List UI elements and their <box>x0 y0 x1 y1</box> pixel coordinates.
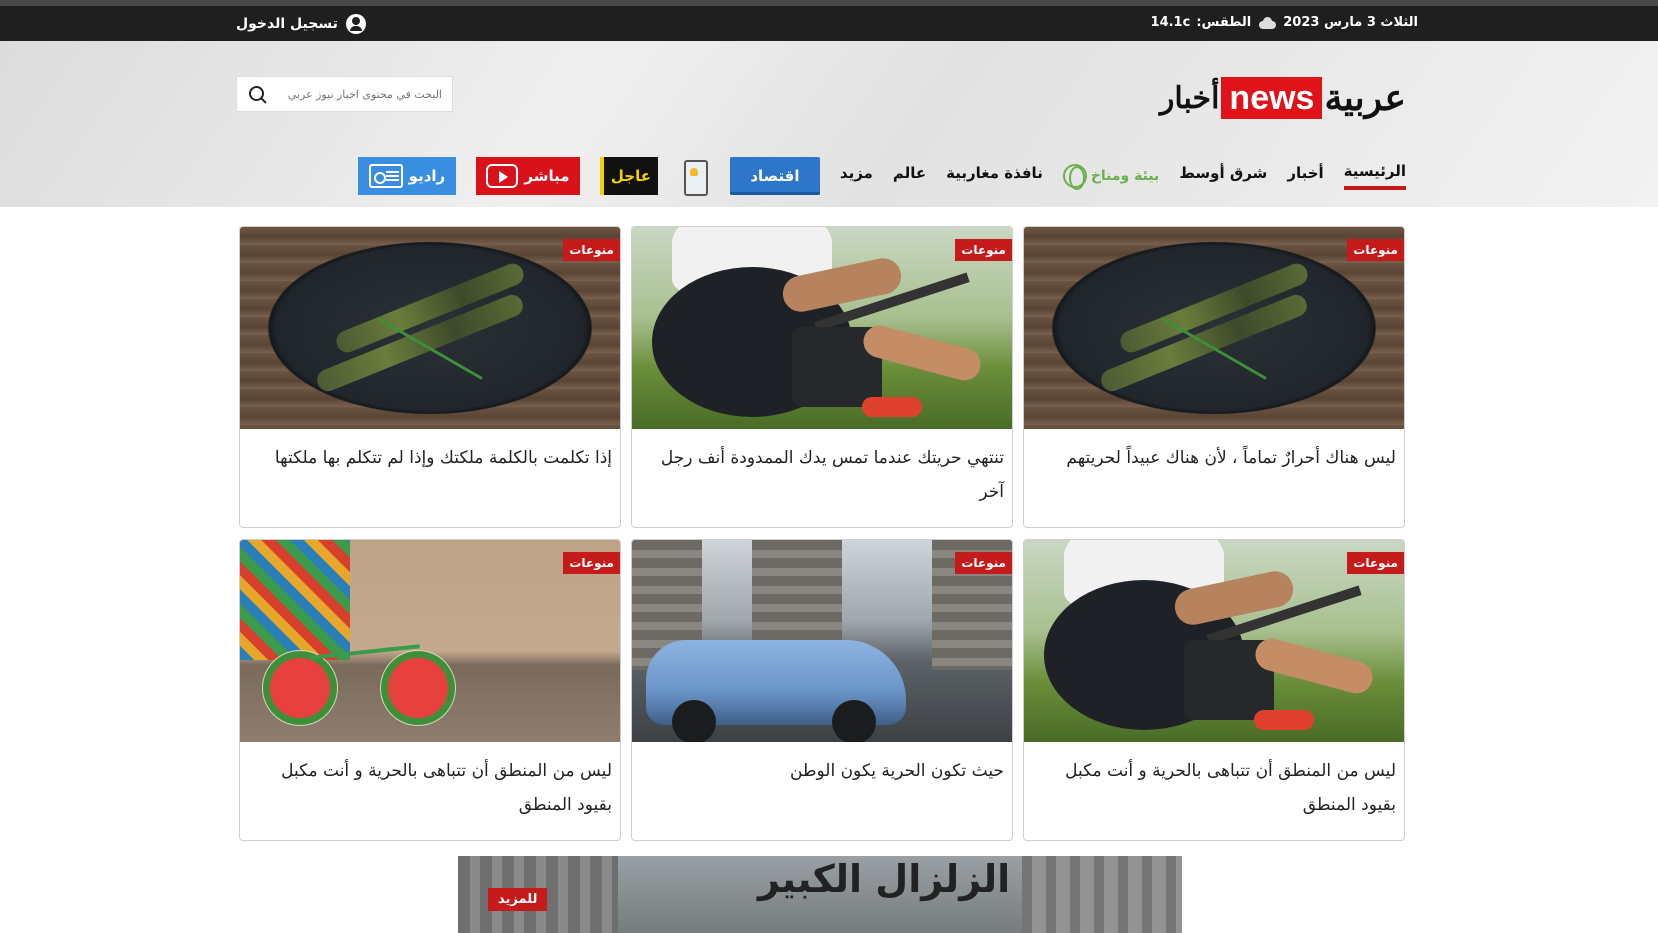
main-nav: الرئيسية أخبار شرق أوسط بيئة ومناخ نافذة… <box>357 148 1406 204</box>
article-image[interactable]: منوعات <box>1024 540 1404 742</box>
category-badge[interactable]: منوعات <box>563 552 620 574</box>
article-card[interactable]: منوعات ليس هناك أحرارٌ تماماً ، لأن هناك… <box>1023 226 1405 528</box>
cloud-icon <box>1257 16 1277 29</box>
search-box <box>236 76 453 112</box>
image-bike-wheel <box>380 650 456 726</box>
category-badge[interactable]: منوعات <box>563 239 620 261</box>
nav-item-more[interactable]: مزيد <box>840 164 873 188</box>
environment-label: بيئة ومناخ <box>1090 167 1160 184</box>
logo-part-1: عربية <box>1324 77 1407 119</box>
logo-part-3: أخبار <box>1159 80 1220 116</box>
article-grid: منوعات ليس هناك أحرارٌ تماماً ، لأن هناك… <box>239 226 1405 841</box>
nav-item-news[interactable]: أخبار <box>1287 164 1323 188</box>
play-icon <box>486 164 519 188</box>
article-image[interactable]: منوعات <box>632 227 1012 429</box>
image-bike-wheel <box>262 650 338 726</box>
economy-label: اقتصاد <box>750 167 800 185</box>
article-image[interactable]: منوعات <box>240 227 620 429</box>
notification-phone-icon[interactable] <box>678 158 710 196</box>
nav-item-middle-east[interactable]: شرق أوسط <box>1179 164 1267 188</box>
article-card[interactable]: منوعات ليس من المنطق أن تتباهى بالحرية و… <box>1023 539 1405 841</box>
image-shoe <box>862 397 922 417</box>
search-icon[interactable] <box>247 84 267 104</box>
article-image[interactable]: منوعات <box>1024 227 1404 429</box>
live-button[interactable]: مباشر <box>475 157 580 195</box>
article-title[interactable]: ليس من المنطق أن تتباهى بالحرية و أنت مك… <box>240 742 620 822</box>
nav-item-home[interactable]: الرئيسية <box>1343 162 1406 190</box>
image-car-wheel <box>672 700 716 742</box>
nav-item-world[interactable]: عالم <box>893 164 926 188</box>
radio-button[interactable]: راديو <box>357 157 456 195</box>
article-card[interactable]: منوعات ليس من المنطق أن تتباهى بالحرية و… <box>239 539 621 841</box>
weather-value: 14.1c <box>1150 15 1191 30</box>
urgent-button[interactable]: عاجل <box>599 157 658 195</box>
radio-icon <box>368 164 403 188</box>
site-logo[interactable]: عربية news أخبار <box>1159 77 1407 119</box>
economy-button[interactable]: اقتصاد <box>729 157 820 195</box>
article-title[interactable]: ليس من المنطق أن تتباهى بالحرية و أنت مك… <box>1024 742 1404 822</box>
search-input[interactable] <box>267 87 442 101</box>
banner-ruins <box>1022 856 1182 933</box>
date-weather: الثلاث 3 مارس 2023 الطقس: 14.1c <box>1151 15 1418 30</box>
image-shoe <box>1254 710 1314 730</box>
radio-label: راديو <box>408 167 446 185</box>
category-badge[interactable]: منوعات <box>1347 552 1404 574</box>
date-text: الثلاث 3 مارس 2023 <box>1283 15 1418 30</box>
weather-label: الطقس: <box>1196 15 1252 30</box>
category-badge[interactable]: منوعات <box>1347 239 1404 261</box>
article-card[interactable]: منوعات حيث تكون الحرية يكون الوطن <box>631 539 1013 841</box>
nav-item-environment[interactable]: بيئة ومناخ <box>1062 164 1160 190</box>
article-title[interactable]: إذا تكلمت بالكلمة ملكتك وإذا لم تتكلم به… <box>240 429 620 475</box>
urgent-label: عاجل <box>610 167 651 185</box>
article-title[interactable]: ليس هناك أحرارٌ تماماً ، لأن هناك عبيداً… <box>1024 429 1404 475</box>
article-image[interactable]: منوعات <box>240 540 620 742</box>
article-title[interactable]: حيث تكون الحرية يكون الوطن <box>632 742 1012 788</box>
nav-item-maghreb[interactable]: نافذة مغاربية <box>946 164 1043 188</box>
category-badge[interactable]: منوعات <box>955 552 1012 574</box>
article-card[interactable]: منوعات تنتهي حريتك عندما تمس يدك الممدود… <box>631 226 1013 528</box>
article-image[interactable]: منوعات <box>632 540 1012 742</box>
more-button[interactable]: للمزيد <box>488 888 548 911</box>
header: عربية news أخبار الرئيسية أخبار شرق أوسط… <box>0 41 1658 207</box>
globe-icon <box>1062 164 1087 190</box>
image-car-wheel <box>832 700 876 742</box>
live-label: مباشر <box>524 167 570 185</box>
login-label: تسجيل الدخول <box>236 16 338 32</box>
category-badge[interactable]: منوعات <box>955 239 1012 261</box>
login-link[interactable]: تسجيل الدخول <box>236 14 366 34</box>
banner-title: الزلزال الكبير <box>758 857 1011 901</box>
article-title[interactable]: تنتهي حريتك عندما تمس يدك الممدودة أنف ر… <box>632 429 1012 509</box>
user-icon <box>345 14 366 34</box>
promo-banner[interactable]: الزلزال الكبير للمزيد <box>458 856 1182 933</box>
article-card[interactable]: منوعات إذا تكلمت بالكلمة ملكتك وإذا لم ت… <box>239 226 621 528</box>
top-bar: الثلاث 3 مارس 2023 الطقس: 14.1c تسجيل ال… <box>0 6 1658 41</box>
logo-part-2: news <box>1221 77 1323 119</box>
image-poster <box>240 540 350 660</box>
